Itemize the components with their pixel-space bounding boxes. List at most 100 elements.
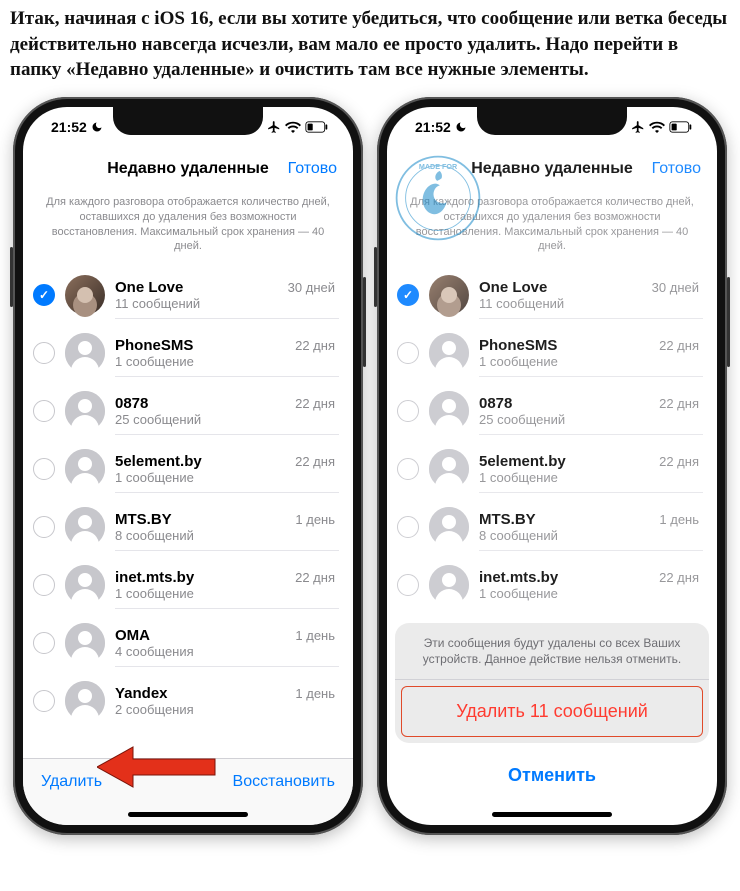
battery-icon: [669, 121, 693, 133]
conversation-row[interactable]: 087822 дня25 сообщений: [23, 382, 353, 440]
row-content: PhoneSMS22 дня1 сообщение: [479, 330, 703, 377]
avatar-placeholder-icon: [429, 565, 469, 605]
conversation-name: One Love: [479, 279, 547, 296]
select-radio[interactable]: [33, 632, 55, 654]
conversation-name: OMA: [115, 627, 150, 644]
select-radio[interactable]: [33, 342, 55, 364]
done-button[interactable]: Готово: [277, 160, 337, 178]
days-remaining: 30 дней: [652, 280, 699, 295]
days-remaining: 22 дня: [659, 396, 699, 411]
days-remaining: 1 день: [295, 512, 335, 527]
sheet-cancel-button[interactable]: Отменить: [395, 751, 709, 800]
conversation-row[interactable]: inet.mts.by22 дня1 сообщение: [23, 556, 353, 614]
conversation-name: Yandex: [115, 685, 168, 702]
home-indicator[interactable]: [387, 806, 717, 825]
conversation-name: 5element.by: [115, 453, 202, 470]
row-content: inet.mts.by 22 дня1 сообщение: [479, 562, 703, 608]
select-radio[interactable]: [397, 342, 419, 364]
select-radio[interactable]: [33, 458, 55, 480]
done-button[interactable]: Готово: [641, 160, 701, 178]
row-content: inet.mts.by22 дня1 сообщение: [115, 562, 339, 609]
row-content: One Love 30 дней11 сообщений: [115, 272, 339, 319]
conversation-name: PhoneSMS: [115, 337, 193, 354]
status-time: 21:52: [51, 119, 87, 135]
conversation-list[interactable]: One Love 30 дней11 сообщений PhoneSMS 22 дн…: [23, 266, 353, 758]
conversation-name: inet.mts.by: [479, 569, 558, 586]
avatar-placeholder-icon: [65, 623, 105, 663]
notch: [113, 107, 263, 135]
message-count: 4 сообщения: [115, 644, 335, 659]
select-radio[interactable]: [397, 516, 419, 538]
days-remaining: 22 дня: [659, 338, 699, 353]
conversation-row[interactable]: 087822 дня25 сообщений: [387, 382, 717, 440]
row-content: One Love 30 дней11 сообщений: [479, 272, 703, 319]
conversation-name: inet.mts.by: [115, 569, 194, 586]
select-radio[interactable]: [397, 284, 419, 306]
avatar-photo: [429, 275, 469, 315]
conversation-row[interactable]: inet.mts.by 22 дня1 сообщение: [387, 556, 717, 614]
conversation-row[interactable]: 5element.by22 дня1 сообщение: [23, 440, 353, 498]
conversation-row[interactable]: One Love 30 дней11 сообщений: [387, 266, 717, 324]
message-count: 11 сообщений: [115, 296, 335, 311]
row-content: PhoneSMS 22 дня1 сообщение: [115, 330, 339, 377]
moon-icon: [91, 121, 103, 133]
days-remaining: 1 день: [295, 686, 335, 701]
sheet-delete-button[interactable]: Удалить 11 сообщений: [401, 686, 703, 737]
days-remaining: 30 дней: [288, 280, 335, 295]
select-radio[interactable]: [33, 516, 55, 538]
conversation-row[interactable]: PhoneSMS22 дня1 сообщение: [387, 324, 717, 382]
conversation-row[interactable]: 5element.by22 дня1 сообщение: [387, 440, 717, 498]
select-radio[interactable]: [33, 284, 55, 306]
avatar-placeholder-icon: [429, 449, 469, 489]
message-count: 1 сообщение: [479, 354, 699, 369]
conversation-row[interactable]: OMA 1 день4 сообщения: [23, 614, 353, 672]
select-radio[interactable]: [33, 690, 55, 712]
message-count: 25 сообщений: [115, 412, 335, 427]
message-count: 25 сообщений: [479, 412, 699, 427]
conversation-row[interactable]: One Love 30 дней11 сообщений: [23, 266, 353, 324]
row-content: Yandex1 день2 сообщения: [115, 678, 339, 724]
article-paragraph: Итак, начиная с iOS 16, если вы хотите у…: [0, 0, 740, 97]
select-radio[interactable]: [397, 400, 419, 422]
row-content: MTS.BY1 день8 сообщений: [115, 504, 339, 551]
restore-button[interactable]: Восстановить: [233, 773, 335, 791]
home-indicator[interactable]: [23, 805, 353, 825]
message-count: 11 сообщений: [479, 296, 699, 311]
wifi-icon: [649, 121, 665, 133]
conversation-name: One Love: [115, 279, 183, 296]
status-time: 21:52: [415, 119, 451, 135]
nav-header: Недавно удаленные Готово: [23, 147, 353, 191]
conversation-row[interactable]: PhoneSMS 22 дня1 сообщение: [23, 324, 353, 382]
annotation-arrow-icon: [97, 743, 217, 791]
watermark-stamp: MADE FOR: [393, 153, 483, 243]
select-radio[interactable]: [397, 458, 419, 480]
days-remaining: 1 день: [295, 628, 335, 643]
select-radio[interactable]: [397, 574, 419, 596]
avatar-placeholder-icon: [65, 565, 105, 605]
page-title: Недавно удаленные: [99, 160, 277, 178]
days-remaining: 22 дня: [295, 396, 335, 411]
avatar-placeholder-icon: [429, 507, 469, 547]
message-count: 1 сообщение: [115, 470, 335, 485]
days-remaining: 22 дня: [295, 338, 335, 353]
row-content: 087822 дня25 сообщений: [115, 388, 339, 435]
bottom-toolbar: Удалить Восстановить: [23, 758, 353, 805]
airplane-icon: [267, 120, 281, 134]
conversation-name: 5element.by: [479, 453, 566, 470]
message-count: 1 сообщение: [115, 586, 335, 601]
avatar-placeholder-icon: [65, 507, 105, 547]
row-content: OMA 1 день4 сообщения: [115, 620, 339, 667]
action-sheet: Эти сообщения будут удалены со всех Ваши…: [387, 623, 717, 825]
conversation-row[interactable]: MTS.BY1 день8 сообщений: [387, 498, 717, 556]
message-count: 1 сообщение: [115, 354, 335, 369]
days-remaining: 22 дня: [659, 570, 699, 585]
row-content: MTS.BY1 день8 сообщений: [479, 504, 703, 551]
delete-button[interactable]: Удалить: [41, 773, 102, 791]
select-radio[interactable]: [33, 574, 55, 596]
select-radio[interactable]: [33, 400, 55, 422]
conversation-row[interactable]: Yandex1 день2 сообщения: [23, 672, 353, 730]
conversation-row[interactable]: MTS.BY1 день8 сообщений: [23, 498, 353, 556]
message-count: 1 сообщение: [479, 586, 699, 601]
avatar-photo: [65, 275, 105, 315]
row-content: 087822 дня25 сообщений: [479, 388, 703, 435]
